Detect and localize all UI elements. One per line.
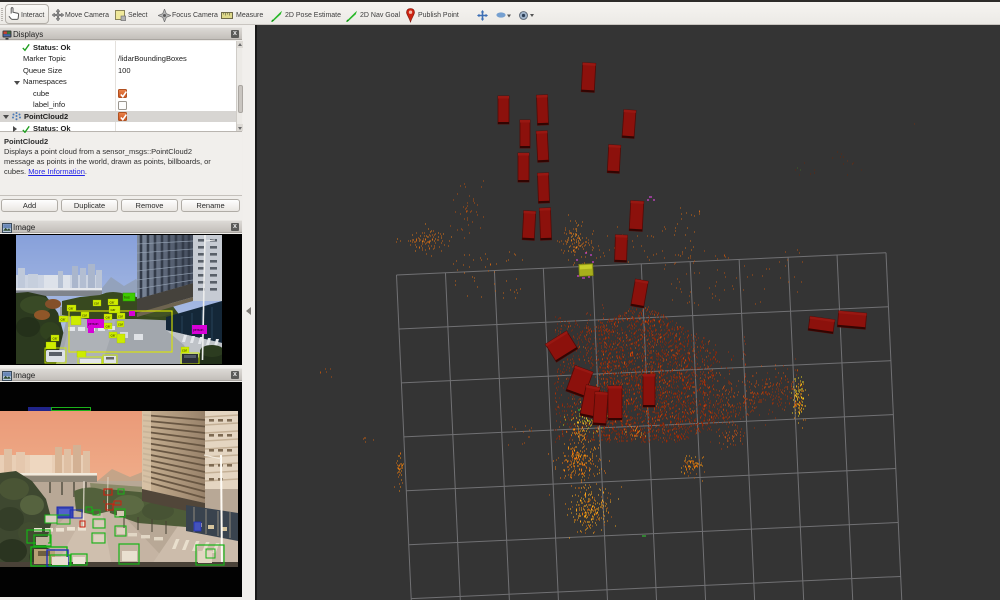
svg-text:car: car (82, 314, 88, 318)
svg-text:car: car (106, 316, 112, 320)
svg-text:car: car (111, 308, 117, 312)
svg-text:car: car (110, 301, 116, 305)
svg-text:car: car (111, 334, 117, 338)
svg-text:person: person (193, 328, 203, 332)
svg-text:car: car (53, 337, 59, 341)
svg-text:car: car (106, 325, 112, 329)
svg-text:car: car (118, 315, 124, 319)
svg-text:car: car (94, 302, 100, 306)
svg-text:car: car (69, 307, 75, 311)
svg-text:bus: bus (124, 296, 130, 300)
svg-text:6: 6 (103, 499, 106, 504)
svg-text:car: car (118, 323, 124, 327)
svg-text:person: person (88, 322, 98, 326)
svg-text:car: car (182, 349, 188, 353)
svg-text:car: car (61, 318, 67, 322)
